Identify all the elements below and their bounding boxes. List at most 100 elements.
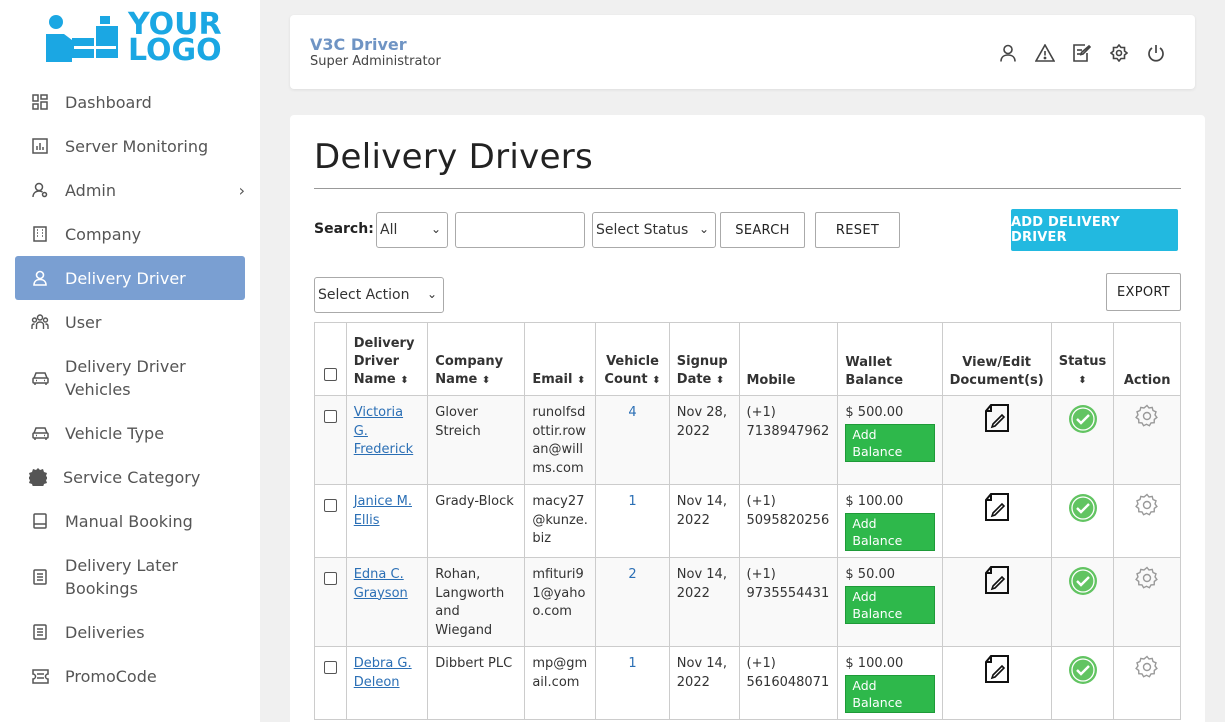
sidebar-item-manual-booking[interactable]: Manual Booking [15, 499, 245, 543]
gear-icon[interactable] [1135, 566, 1159, 594]
sidebar-item-label: User [65, 312, 102, 332]
sidebar-item-company[interactable]: Company [15, 212, 245, 256]
sidebar-item-label: Manual Booking [65, 511, 193, 531]
driver-name-link[interactable]: Edna C. Grayson [354, 567, 408, 601]
main-content: Delivery Drivers Search: All ⌄ Select St… [290, 115, 1205, 722]
search-label: Search: [314, 221, 374, 237]
search-field-value: All [380, 222, 398, 238]
email-text: runolfsdottir.rowan@willms.com [532, 405, 587, 476]
profile-icon[interactable] [997, 42, 1019, 64]
search-input[interactable] [455, 212, 585, 248]
company-name: Glover Streich [435, 405, 481, 439]
vehicle-count-link[interactable]: 1 [628, 656, 636, 671]
active-status-icon[interactable] [1068, 656, 1098, 689]
documents-cell [941, 484, 1052, 558]
active-status-icon[interactable] [1068, 494, 1098, 527]
header-subtitle: Super Administrator [310, 54, 441, 69]
col-company-name[interactable]: Company Name ⬍ [427, 322, 526, 396]
email-text: mfituri91@yahoo.com [532, 567, 586, 619]
chevron-down-icon: ⌄ [698, 222, 709, 236]
driver-name-link[interactable]: Victoria G. Frederick [354, 405, 413, 457]
vehicle-count-link[interactable]: 4 [628, 405, 636, 420]
sidebar-item-server-monitoring[interactable]: Server Monitoring [15, 124, 245, 168]
warning-icon[interactable] [1034, 42, 1056, 64]
export-button[interactable]: EXPORT [1106, 273, 1181, 311]
col-vehicle-count[interactable]: Vehicle Count ⬍ [595, 322, 670, 396]
power-icon[interactable] [1145, 42, 1167, 64]
edit-document-icon[interactable] [984, 655, 1010, 687]
edit-document-icon[interactable] [984, 404, 1010, 436]
sidebar-item-delivery-driver-vehicles[interactable]: Delivery Driver Vehicles [15, 344, 245, 411]
title-divider [314, 188, 1181, 189]
bulk-action-value: Select Action [318, 287, 410, 303]
wallet-amount: $ 100.00 [845, 656, 904, 671]
gear-icon[interactable] [1135, 655, 1159, 683]
sidebar-item-label: Delivery Later Bookings [65, 555, 178, 598]
row-checkbox[interactable] [323, 410, 337, 423]
row-select-cell [314, 484, 347, 558]
gear-icon[interactable] [1135, 493, 1159, 521]
add-balance-button[interactable]: Add Balance [845, 585, 935, 624]
action-cell [1113, 484, 1181, 558]
driver-name-link[interactable]: Janice M. Ellis [354, 494, 412, 528]
sidebar-item-service-category[interactable]: Service Category [15, 455, 245, 499]
bulk-action-select[interactable]: Select Action ⌄ [314, 277, 444, 313]
wallet-amount: $ 500.00 [845, 405, 904, 420]
edit-document-icon[interactable] [984, 566, 1010, 598]
sidebar-item-admin[interactable]: Admin › [15, 168, 245, 212]
signup-cell: Nov 14, 2022 [668, 484, 740, 558]
search-field-select[interactable]: All ⌄ [376, 212, 448, 248]
vehicle-count-link[interactable]: 1 [628, 494, 636, 509]
col-label: Company Name [435, 354, 504, 387]
action-cell [1113, 646, 1181, 720]
select-all-checkbox[interactable] [323, 368, 337, 381]
status-cell [1050, 484, 1115, 558]
chart-icon [31, 137, 49, 155]
company-logo[interactable]: YOUR LOGO [44, 10, 222, 68]
sidebar-item-dashboard[interactable]: Dashboard [15, 80, 245, 124]
sidebar-item-deliveries[interactable]: Deliveries [15, 610, 245, 654]
sidebar-item-delivery-later-bookings[interactable]: Delivery Later Bookings [15, 543, 245, 610]
active-status-icon[interactable] [1068, 405, 1098, 438]
col-signup-date[interactable]: Signup Date ⬍ [668, 322, 740, 396]
driver-name-link[interactable]: Debra G. Deleon [354, 656, 412, 690]
list-icon [31, 623, 49, 641]
reset-button[interactable]: RESET [815, 212, 900, 248]
vehicle-count-link[interactable]: 2 [628, 567, 636, 582]
sort-icon: ⬍ [652, 375, 661, 386]
row-checkbox[interactable] [323, 572, 337, 585]
driver-icon [31, 269, 49, 287]
add-balance-button[interactable]: Add Balance [845, 674, 935, 713]
row-checkbox[interactable] [323, 499, 337, 512]
col-email[interactable]: Email ⬍ [524, 322, 597, 396]
col-label: Vehicle Count [604, 354, 659, 387]
active-status-icon[interactable] [1068, 567, 1098, 600]
logo-icon [46, 15, 118, 62]
sidebar-item-promocode[interactable]: PromoCode [15, 654, 245, 698]
mobile-cell: (+1) 9735554431 [738, 557, 839, 647]
row-checkbox[interactable] [323, 661, 337, 674]
add-delivery-driver-button[interactable]: ADD DELIVERY DRIVER [1011, 209, 1178, 251]
company-name: Dibbert PLC [435, 656, 513, 671]
vehicle-count-cell: 1 [595, 646, 670, 720]
edit-note-icon[interactable] [1071, 42, 1093, 64]
company-name: Rohan, Langworth and Wiegand [435, 567, 505, 638]
edit-document-icon[interactable] [984, 493, 1010, 525]
search-button[interactable]: SEARCH [720, 212, 805, 248]
wallet-cell: $ 500.00 Add Balance [837, 395, 943, 485]
mobile-cell: (+1) 5616048071 [738, 646, 839, 720]
col-status[interactable]: Status ⬍ [1050, 322, 1115, 396]
col-driver-name[interactable]: Delivery Driver Name ⬍ [345, 322, 429, 396]
sidebar-item-vehicle-type[interactable]: Vehicle Type [15, 411, 245, 455]
add-balance-button[interactable]: Add Balance [845, 512, 935, 551]
gear-icon[interactable] [1135, 404, 1159, 432]
company-cell: Grady-Block [427, 484, 526, 558]
settings-icon[interactable] [1108, 42, 1130, 64]
vehicle-count-cell: 2 [595, 557, 670, 647]
add-balance-button[interactable]: Add Balance [845, 423, 935, 462]
logo-line-2: LOGO [128, 33, 222, 68]
sidebar-item-user[interactable]: User [15, 300, 245, 344]
sidebar-item-delivery-driver[interactable]: Delivery Driver [15, 256, 245, 300]
row-select-cell [314, 557, 347, 647]
status-select[interactable]: Select Status ⌄ [592, 212, 716, 248]
